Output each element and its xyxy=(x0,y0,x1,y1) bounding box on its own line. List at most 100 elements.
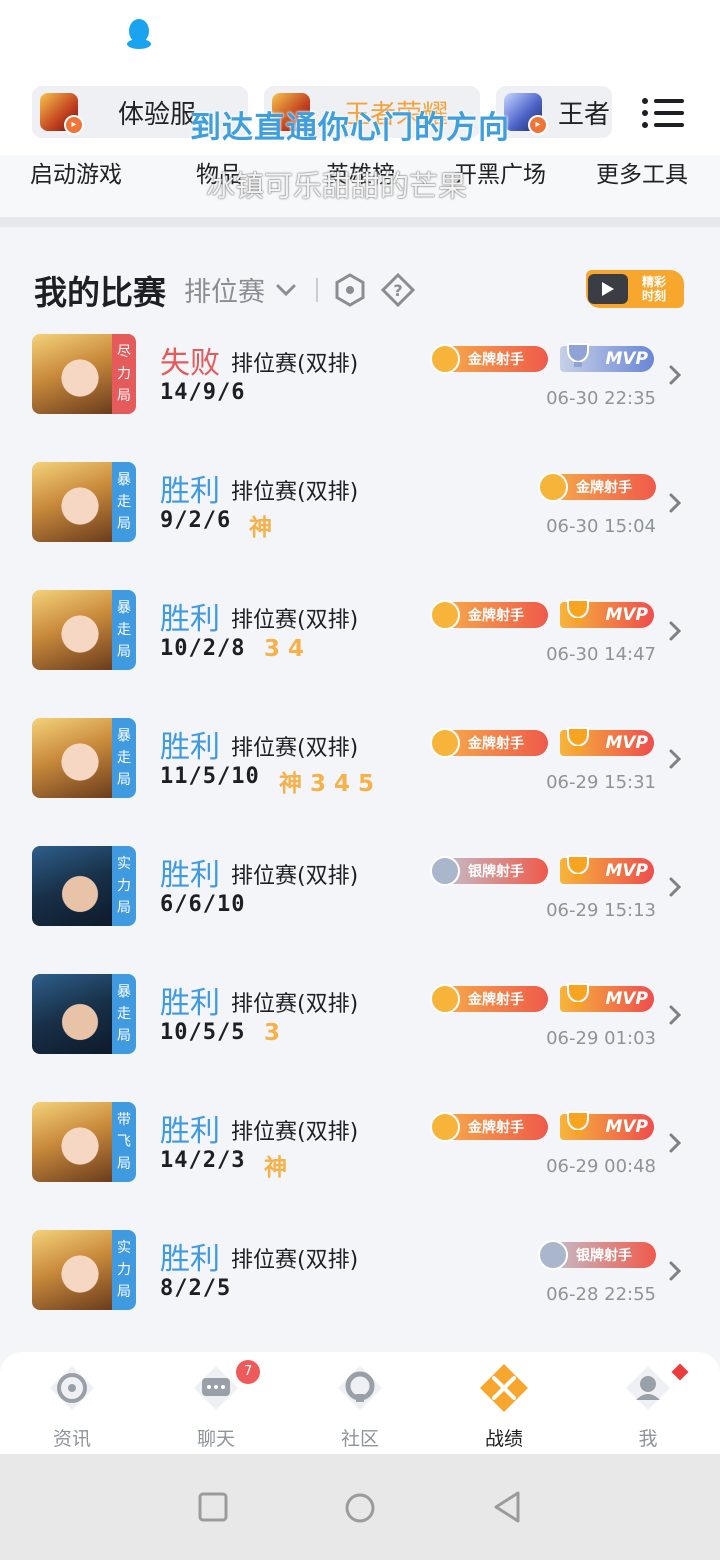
help-diamond-icon[interactable]: ? xyxy=(380,272,416,308)
match-tag: 暴走局 xyxy=(112,590,136,670)
mvp-badge: MVP xyxy=(560,983,654,1012)
kda-stats: 9/2/6 xyxy=(160,508,232,533)
match-result: 胜利 xyxy=(160,858,220,893)
multikill-marks: 3 4 xyxy=(264,636,305,662)
video-camera-icon xyxy=(588,274,628,304)
match-row[interactable]: 暴走局胜利 排位赛(双排) 9/2/6 神 金牌射手 06-30 15:04 xyxy=(0,462,720,590)
match-row[interactable]: 实力局胜利 排位赛(双排) 8/2/5 银牌射手 06-28 22:55 xyxy=(0,1230,720,1358)
highlight-moments-button[interactable]: 精彩 时刻 xyxy=(586,270,684,308)
match-time: 06-29 15:13 xyxy=(546,900,656,921)
medal-icon xyxy=(430,984,460,1014)
title-badge-label: 金牌射手 xyxy=(468,608,524,624)
game-logo-icon: ▸ xyxy=(40,93,84,135)
title-badge: 金牌射手 xyxy=(538,472,656,502)
kda-stats: 11/5/10 xyxy=(160,764,260,789)
match-row[interactable]: 实力局胜利 排位赛(双排) 6/6/10 银牌射手 MVP 06-29 15:13 xyxy=(0,846,720,974)
match-result: 胜利 xyxy=(160,602,220,637)
recents-square-icon[interactable] xyxy=(198,1492,228,1522)
svg-text:?: ? xyxy=(393,281,402,300)
match-time: 06-30 14:47 xyxy=(546,644,656,665)
chevron-right-icon xyxy=(669,621,682,641)
trophy-icon xyxy=(567,727,589,751)
nav-record[interactable]: 战绩 xyxy=(454,1352,554,1451)
match-tag: 实力局 xyxy=(112,1230,136,1310)
overlay-caption: 到达直通你心门的方向 xyxy=(190,110,510,146)
nav-community[interactable]: 社区 xyxy=(310,1352,410,1451)
mvp-badge: MVP xyxy=(560,727,654,756)
match-time: 06-30 15:04 xyxy=(546,516,656,537)
hexagon-settings-icon[interactable] xyxy=(332,272,368,308)
nav-label: 聊天 xyxy=(196,1428,235,1450)
match-result: 胜利 xyxy=(160,730,220,765)
title-badge: 金牌射手 xyxy=(430,1112,548,1142)
trophy-icon xyxy=(567,983,589,1007)
nav-news[interactable]: 资讯 xyxy=(22,1352,122,1451)
chevron-right-icon xyxy=(669,1133,682,1153)
match-row[interactable]: 尽力局失败 排位赛(双排) 14/9/6 金牌射手 MVP 06-30 22:35 xyxy=(0,334,720,462)
kda-stats: 10/2/8 xyxy=(160,636,246,661)
mvp-badge: MVP xyxy=(560,343,654,372)
match-mode: 排位赛(双排) xyxy=(231,1248,359,1273)
match-row[interactable]: 带飞局胜利 排位赛(双排) 14/2/3 神 金牌射手 MVP 06-29 00:48 xyxy=(0,1102,720,1230)
tool-party-plaza[interactable]: 开黑广场 xyxy=(454,155,546,189)
section-divider xyxy=(0,217,720,227)
mvp-label: MVP xyxy=(605,349,648,369)
home-circle-icon[interactable] xyxy=(344,1492,376,1524)
match-row[interactable]: 暴走局胜利 排位赛(双排) 10/5/5 3 金牌射手 MVP 06-29 01:03 xyxy=(0,974,720,1102)
match-mode: 排位赛(双排) xyxy=(231,864,359,889)
system-nav-bar xyxy=(0,1454,720,1560)
hero-avatar xyxy=(32,334,112,414)
server-tab-other[interactable]: ▸ 王者 xyxy=(496,86,612,138)
medal-icon xyxy=(538,472,568,502)
chevron-right-icon xyxy=(669,1005,682,1025)
trophy-icon xyxy=(567,343,589,367)
filter-separator xyxy=(316,278,318,302)
highlight-label-2: 时刻 xyxy=(641,289,666,303)
medal-icon xyxy=(538,1240,568,1270)
title-badge-label: 银牌射手 xyxy=(468,864,524,880)
kda-stats: 14/9/6 xyxy=(160,380,246,405)
match-row[interactable]: 暴走局胜利 排位赛(双排) 10/2/8 3 4 金牌射手 MVP 06-30 14:47 xyxy=(0,590,720,718)
qq-penguin-icon xyxy=(127,19,151,49)
medal-icon xyxy=(430,1112,460,1142)
title-badge: 银牌射手 xyxy=(538,1240,656,1270)
match-time: 06-30 22:35 xyxy=(546,388,656,409)
title-badge: 金牌射手 xyxy=(430,728,548,758)
mvp-label: MVP xyxy=(605,605,648,625)
multikill-marks: 神 xyxy=(249,515,272,541)
highlight-label-1: 精彩 xyxy=(641,275,666,289)
match-tag: 带飞局 xyxy=(112,1102,136,1182)
tool-launch-game[interactable]: 启动游戏 xyxy=(30,155,122,189)
community-icon xyxy=(338,1366,382,1410)
match-tag: 暴走局 xyxy=(112,718,136,798)
match-result: 失败 xyxy=(160,346,220,381)
match-time: 06-29 15:31 xyxy=(546,772,656,793)
profile-icon xyxy=(626,1366,670,1410)
server-tab-label: 体验服 xyxy=(118,99,197,130)
mode-filter-dropdown[interactable]: 排位赛 xyxy=(184,270,299,309)
tool-more-tools[interactable]: 更多工具 xyxy=(596,155,688,189)
back-triangle-icon[interactable] xyxy=(492,1490,522,1524)
page-title: 我的比赛 xyxy=(34,273,166,312)
match-mode: 排位赛(双排) xyxy=(231,736,359,761)
hero-avatar xyxy=(32,462,112,542)
match-result: 胜利 xyxy=(160,1242,220,1277)
trophy-icon xyxy=(567,1111,589,1135)
match-tag: 实力局 xyxy=(112,846,136,926)
mode-filter-label: 排位赛 xyxy=(184,277,265,308)
kda-stats: 14/2/3 xyxy=(160,1148,246,1173)
match-result: 胜利 xyxy=(160,1114,220,1149)
multikill-marks: 神 xyxy=(264,1155,287,1181)
title-badge: 银牌射手 xyxy=(430,856,548,886)
hero-avatar xyxy=(32,1102,112,1182)
title-badge-label: 金牌射手 xyxy=(468,736,524,752)
menu-icon[interactable] xyxy=(642,96,684,130)
match-row[interactable]: 暴走局胜利 排位赛(双排) 11/5/10 神 3 4 5 金牌射手 MVP 06-29 1… xyxy=(0,718,720,846)
match-tag: 暴走局 xyxy=(112,974,136,1054)
chat-unread-count: 7 xyxy=(243,1364,253,1379)
chevron-right-icon xyxy=(669,749,682,769)
title-badge-label: 金牌射手 xyxy=(468,352,524,368)
mvp-label: MVP xyxy=(605,861,648,881)
title-badge-label: 金牌射手 xyxy=(468,1120,524,1136)
medal-icon xyxy=(430,856,460,886)
